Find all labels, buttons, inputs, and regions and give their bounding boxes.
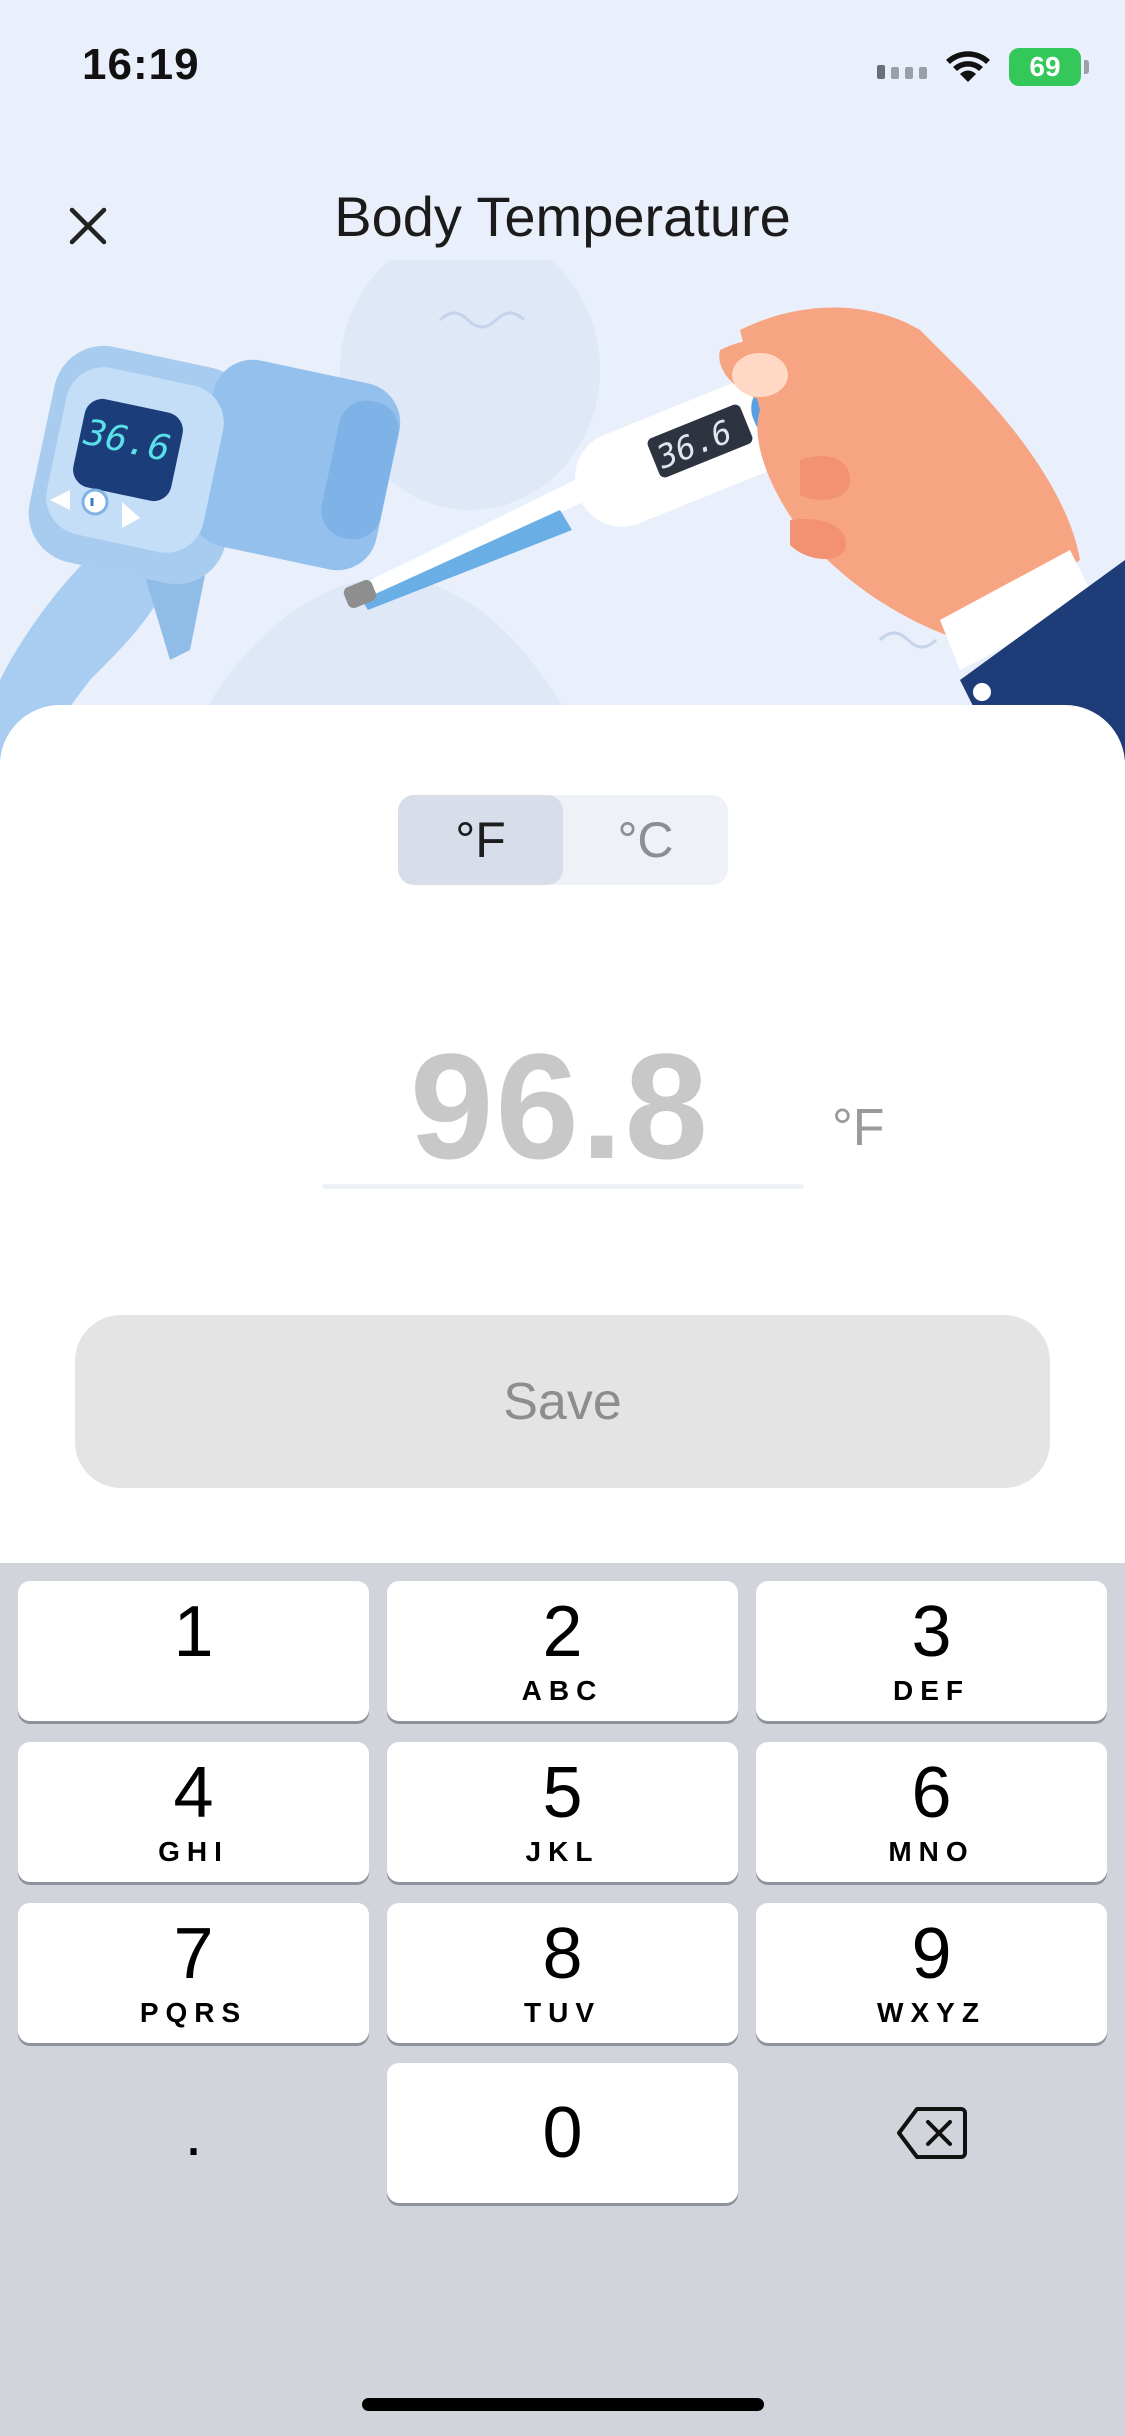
numeric-keypad: 1 2 ABC 3 DEF 4 GHI 5 JKL 6 MNO 7 PQRS 8…	[0, 1563, 1125, 2436]
wifi-icon	[946, 51, 990, 82]
key-2[interactable]: 2 ABC	[387, 1581, 738, 1721]
key-4[interactable]: 4 GHI	[18, 1742, 369, 1882]
key-digit: 7	[173, 1914, 214, 1994]
battery-icon: 69	[1009, 48, 1089, 86]
header: Body Temperature	[0, 160, 1125, 270]
key-7[interactable]: 7 PQRS	[18, 1903, 369, 2043]
key-digit: 9	[911, 1914, 952, 1994]
key-letters: DEF	[893, 1675, 970, 1706]
key-letters: ABC	[521, 1675, 604, 1706]
key-1[interactable]: 1	[18, 1581, 369, 1721]
key-digit: 5	[542, 1753, 583, 1833]
backspace-icon	[896, 2107, 967, 2159]
key-digit: 3	[911, 1592, 952, 1672]
status-time: 16:19	[82, 40, 200, 89]
temperature-unit-label: °F	[832, 1099, 885, 1157]
unit-toggle: °F °C	[398, 795, 728, 885]
key-6[interactable]: 6 MNO	[756, 1742, 1107, 1882]
status-bar: 16:19 69	[0, 0, 1125, 140]
key-5[interactable]: 5 JKL	[387, 1742, 738, 1882]
key-digit: 8	[542, 1914, 583, 1994]
key-letters: WXYZ	[877, 1997, 986, 2028]
key-letters: JKL	[525, 1836, 600, 1867]
key-digit: 2	[542, 1592, 583, 1672]
key-digit: 4	[173, 1753, 214, 1833]
key-delete[interactable]	[756, 2063, 1107, 2203]
key-letters: PQRS	[139, 1997, 248, 2028]
status-icons: 69	[877, 48, 1089, 86]
thermometer-illustration: 36.6 36.6	[0, 260, 1125, 760]
key-3[interactable]: 3 DEF	[756, 1581, 1107, 1721]
key-digit: 1	[173, 1592, 214, 1672]
home-indicator[interactable]	[362, 2398, 764, 2411]
hero-banner: 16:19 69 Body Temperature 36.6 36.6	[0, 0, 1125, 760]
page-title: Body Temperature	[334, 185, 791, 248]
key-decimal[interactable]: .	[18, 2063, 369, 2203]
key-letters: MNO	[888, 1836, 975, 1867]
key-letters: GHI	[158, 1836, 229, 1867]
input-underline	[322, 1184, 804, 1189]
cellular-signal-icon	[877, 55, 927, 79]
key-digit: 6	[911, 1753, 952, 1833]
save-button[interactable]: Save	[75, 1315, 1050, 1488]
unit-option-celsius[interactable]: °C	[563, 795, 728, 885]
unit-option-fahrenheit[interactable]: °F	[398, 795, 563, 885]
key-decimal-label: .	[184, 2097, 203, 2169]
temperature-input[interactable]: 96.8	[320, 1020, 800, 1193]
key-letters: TUV	[524, 1997, 601, 2028]
battery-level: 69	[1029, 51, 1061, 82]
key-digit: 0	[542, 2093, 583, 2173]
key-0[interactable]: 0	[387, 2063, 738, 2203]
key-9[interactable]: 9 WXYZ	[756, 1903, 1107, 2043]
key-8[interactable]: 8 TUV	[387, 1903, 738, 2043]
